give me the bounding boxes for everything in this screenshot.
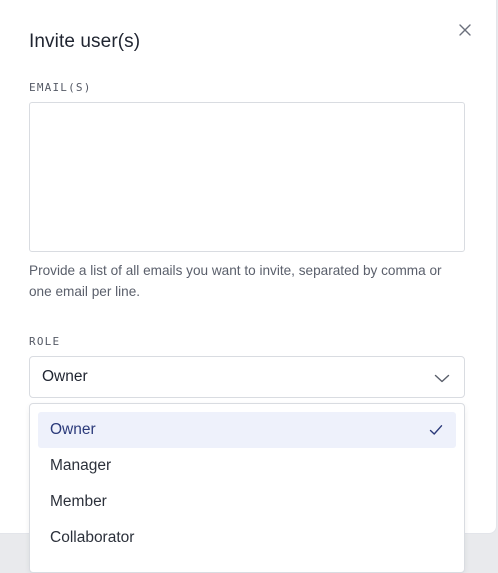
role-option-label: Member <box>50 493 107 510</box>
role-option-manager[interactable]: Manager <box>38 448 456 484</box>
role-option-label: Manager <box>50 457 112 474</box>
role-option-collaborator[interactable]: Collaborator <box>38 520 456 556</box>
checkmark-icon <box>429 425 443 435</box>
emails-help-text: Provide a list of all emails you want to… <box>29 263 442 299</box>
role-label: ROLE <box>29 335 61 348</box>
role-select[interactable]: Owner <box>29 356 465 398</box>
emails-textarea[interactable] <box>29 102 465 252</box>
chevron-down-icon <box>434 374 450 383</box>
role-dropdown-menu: Owner Manager Member Collaborator <box>29 403 465 573</box>
role-option-label: Collaborator <box>50 529 135 546</box>
close-button[interactable] <box>456 21 474 39</box>
role-option-owner[interactable]: Owner <box>38 412 456 448</box>
role-option-label: Owner <box>50 421 96 438</box>
dialog-title: Invite user(s) <box>29 31 141 52</box>
close-icon <box>459 24 471 36</box>
emails-label: EMAIL(S) <box>29 81 92 94</box>
role-option-member[interactable]: Member <box>38 484 456 520</box>
role-select-value: Owner <box>42 368 88 385</box>
